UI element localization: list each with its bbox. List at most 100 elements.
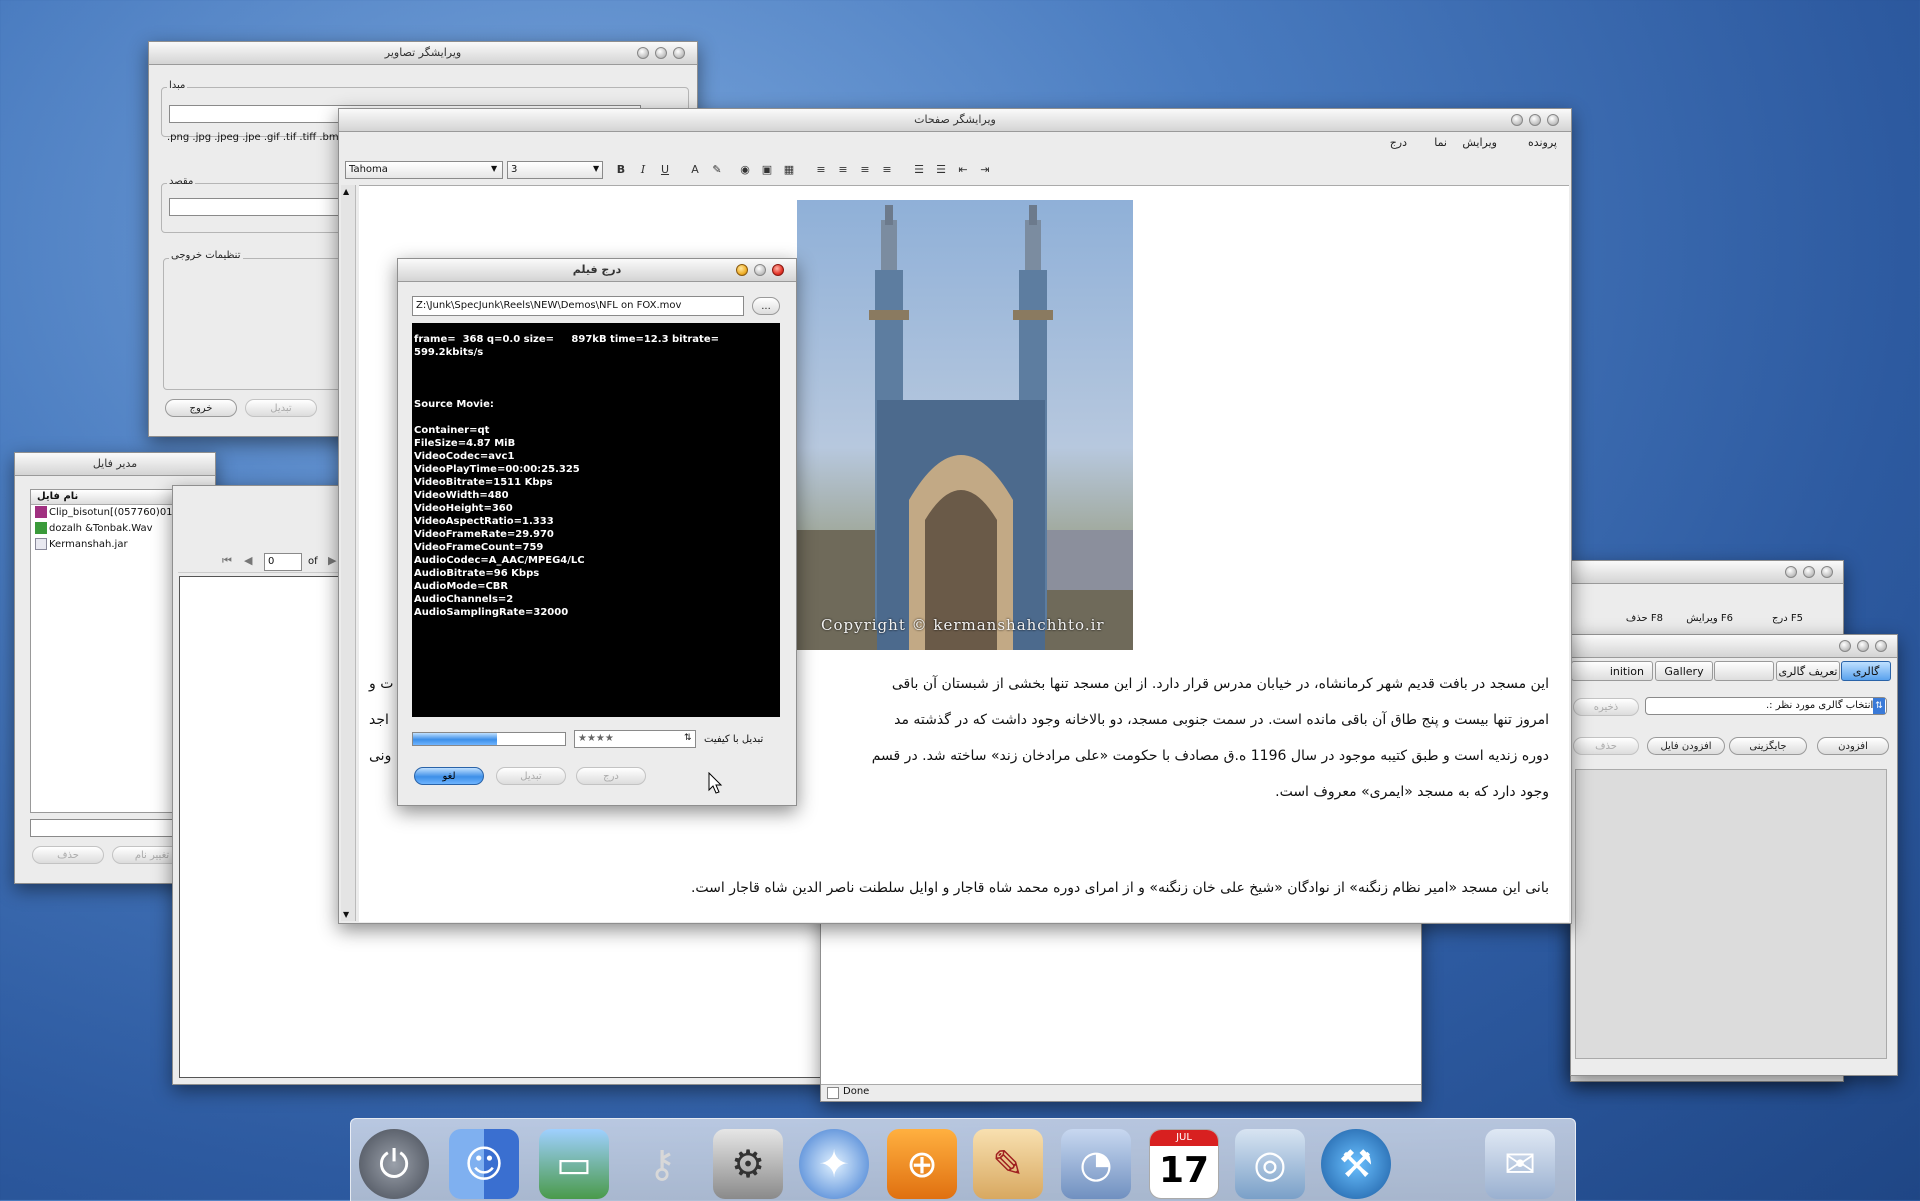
- minimize-button[interactable]: [1529, 114, 1541, 126]
- scroll-down-icon[interactable]: ▼: [343, 910, 349, 919]
- bullet-list-icon[interactable]: ☰: [933, 162, 949, 178]
- menu-file[interactable]: پرونده: [1528, 132, 1557, 154]
- safari-icon[interactable]: ✦: [799, 1129, 869, 1199]
- insert-movie-titlebar[interactable]: درج فیلم: [398, 259, 796, 282]
- select-arrow-icon[interactable]: ⇅: [684, 733, 692, 743]
- zoom-button[interactable]: [1875, 640, 1887, 652]
- align-right-icon[interactable]: ≡: [857, 162, 873, 178]
- menu-view[interactable]: نما: [1434, 132, 1447, 154]
- italic-icon[interactable]: I: [635, 162, 651, 178]
- zoom-button[interactable]: [754, 264, 766, 276]
- scroll-up-icon[interactable]: ▲: [343, 187, 349, 196]
- tab-blank[interactable]: [1714, 661, 1774, 681]
- close-button[interactable]: [1839, 640, 1851, 652]
- gallery-titlebar[interactable]: [1571, 635, 1897, 658]
- minimize-button[interactable]: [1857, 640, 1869, 652]
- mosque-image[interactable]: Copyright © kermanshahchhto.ir: [797, 200, 1133, 650]
- ical-icon[interactable]: JUL 17: [1149, 1129, 1219, 1199]
- itunes-folder-icon[interactable]: ◔: [1061, 1129, 1131, 1199]
- network-utility-icon[interactable]: ⚒: [1321, 1129, 1391, 1199]
- gallery-select[interactable]: .: انتخاب گالری مورد نظر :.: [1645, 697, 1887, 715]
- previous-page-icon[interactable]: ◀: [244, 554, 252, 567]
- underline-icon[interactable]: U: [657, 162, 673, 178]
- power-icon[interactable]: ⏻: [359, 1129, 429, 1199]
- menu-insert[interactable]: درج: [1390, 132, 1407, 154]
- keychain-icon[interactable]: ⚷: [627, 1129, 697, 1199]
- tab-define-gallery[interactable]: تعریف گالری: [1776, 661, 1840, 681]
- highlight-icon[interactable]: ✎: [709, 162, 725, 178]
- close-button[interactable]: [637, 47, 649, 59]
- console-line: frame= 368 q=0.0 size= 897kB time=12.3 b…: [414, 334, 719, 345]
- disk-utility-icon[interactable]: ⊕: [887, 1129, 957, 1199]
- system-preferences-icon[interactable]: ⚙: [713, 1129, 783, 1199]
- gallery-back-titlebar[interactable]: [1571, 561, 1843, 584]
- menu-delete[interactable]: حذف F8: [1626, 613, 1663, 624]
- movie-icon[interactable]: ▦: [781, 162, 797, 178]
- image-icon[interactable]: ▣: [759, 162, 775, 178]
- tab-gallery-en[interactable]: Gallery: [1655, 661, 1713, 681]
- delete-button[interactable]: حذف: [1573, 737, 1639, 755]
- cancel-button[interactable]: لغو: [414, 767, 484, 785]
- browse-button[interactable]: ...: [752, 297, 780, 315]
- textedit-icon[interactable]: ✎: [973, 1129, 1043, 1199]
- menu-insert[interactable]: درج F5: [1772, 613, 1803, 624]
- page-editor-titlebar[interactable]: ویرایشگر صفحات: [339, 109, 1571, 132]
- align-left-icon[interactable]: ≡: [813, 162, 829, 178]
- insert-button[interactable]: درج: [576, 767, 646, 785]
- zoom-button[interactable]: [673, 47, 685, 59]
- add-file-button[interactable]: افزودن فایل: [1647, 737, 1725, 755]
- close-button[interactable]: [772, 264, 784, 276]
- indent-icon[interactable]: ⇥: [977, 162, 993, 178]
- menu-bar: پرونده ویرایش نما درج: [339, 132, 1571, 154]
- exit-button[interactable]: خروج: [165, 399, 237, 417]
- chevron-down-icon[interactable]: ▼: [491, 164, 497, 173]
- convert-button[interactable]: تبدیل: [245, 399, 317, 417]
- mail-folder-icon[interactable]: ✉: [1485, 1129, 1555, 1199]
- tab-definition[interactable]: inition: [1571, 661, 1653, 681]
- ordered-list-icon[interactable]: ☰: [911, 162, 927, 178]
- quality-select[interactable]: ★★★★: [574, 730, 696, 748]
- iphoto-icon[interactable]: ◎: [1235, 1129, 1305, 1199]
- add-button[interactable]: افزودن: [1817, 737, 1889, 755]
- text-color-icon[interactable]: A: [687, 162, 703, 178]
- file-manager-titlebar[interactable]: مدیر فایل: [15, 453, 215, 476]
- gallery-tabs: گالری تعریف گالری Gallery inition: [1571, 659, 1897, 683]
- align-center-icon[interactable]: ≡: [835, 162, 851, 178]
- minimize-button[interactable]: [655, 47, 667, 59]
- link-icon[interactable]: ◉: [737, 162, 753, 178]
- finder-icon[interactable]: ☺: [449, 1129, 519, 1199]
- convert-button[interactable]: تبدیل: [496, 767, 566, 785]
- vertical-scrollbar[interactable]: ▲ ▼: [341, 185, 356, 921]
- replace-button[interactable]: جایگزینی: [1729, 737, 1807, 755]
- tab-gallery[interactable]: گالری: [1841, 661, 1891, 681]
- zoom-button[interactable]: [1821, 566, 1833, 578]
- delete-button[interactable]: حذف: [32, 846, 104, 864]
- paragraph-line-tail: اجد: [369, 712, 389, 728]
- close-button[interactable]: [1785, 566, 1797, 578]
- console-output: frame= 368 q=0.0 size= 897kB time=12.3 b…: [414, 333, 778, 619]
- next-page-icon[interactable]: ▶: [328, 554, 336, 567]
- close-button[interactable]: [1511, 114, 1523, 126]
- chevron-down-icon[interactable]: ▼: [593, 164, 599, 173]
- page-number-field[interactable]: 0: [264, 553, 302, 571]
- photos-folder-icon[interactable]: ▭: [539, 1129, 609, 1199]
- file-name: Clip_bisotun[(057760)01: [49, 507, 173, 518]
- menu-edit[interactable]: ویرایش: [1462, 132, 1497, 154]
- image-editor-titlebar[interactable]: ویرایشگر تصاویر: [149, 42, 697, 65]
- first-page-icon[interactable]: ⏮: [222, 554, 232, 568]
- justify-icon[interactable]: ≡: [879, 162, 895, 178]
- save-button[interactable]: ذخیره: [1573, 698, 1639, 716]
- bold-icon[interactable]: B: [613, 162, 629, 178]
- font-size-select[interactable]: 3: [507, 161, 603, 179]
- zoom-button[interactable]: [1547, 114, 1559, 126]
- menu-edit[interactable]: ویرایش F6: [1686, 613, 1733, 624]
- outdent-icon[interactable]: ⇤: [955, 162, 971, 178]
- minimize-button[interactable]: [1803, 566, 1815, 578]
- select-arrow-icon[interactable]: ⇅: [1873, 698, 1885, 714]
- movie-path-field[interactable]: Z:\Junk\SpecJunk\Reels\NEW\Demos\NFL on …: [412, 296, 744, 316]
- minimize-button[interactable]: [736, 264, 748, 276]
- progress-bar: [412, 732, 566, 746]
- font-family-select[interactable]: Tahoma: [345, 161, 503, 179]
